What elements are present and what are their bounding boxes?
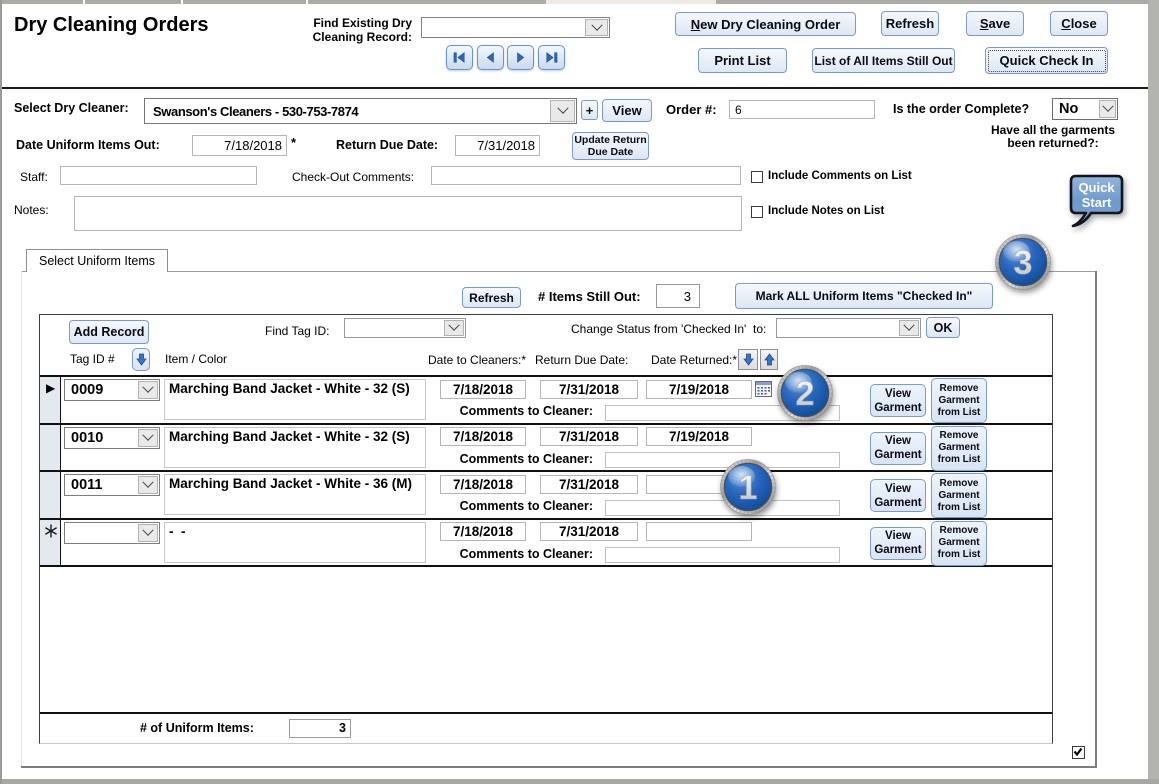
svg-text:1: 1 <box>739 469 758 507</box>
svg-text:Start: Start <box>1082 195 1112 210</box>
svg-text:3: 3 <box>1014 244 1033 282</box>
svg-text:2: 2 <box>796 375 815 413</box>
svg-text:Quick: Quick <box>1078 180 1115 195</box>
